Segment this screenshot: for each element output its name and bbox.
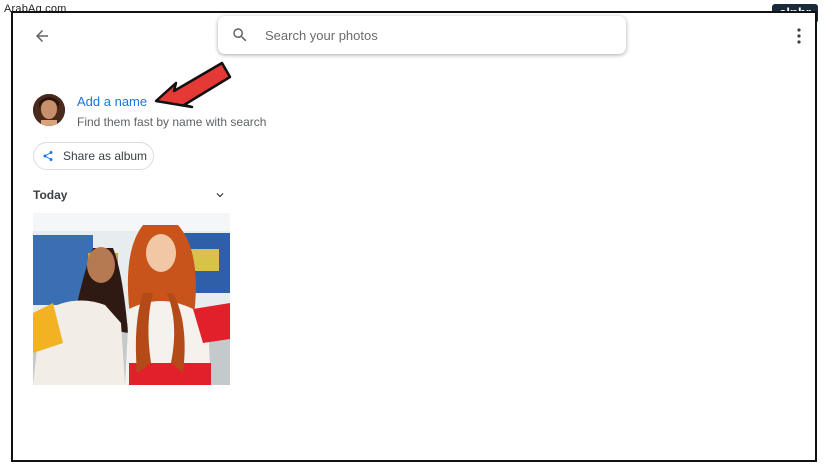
chevron-down-icon[interactable] xyxy=(213,188,227,202)
search-bar[interactable] xyxy=(218,16,626,54)
search-icon xyxy=(233,28,247,42)
share-as-album-label: Share as album xyxy=(63,149,148,163)
add-name-hint: Find them fast by name with search xyxy=(77,115,267,129)
add-name-link[interactable]: Add a name xyxy=(77,94,147,109)
app-window: Add a name Find them fast by name with s… xyxy=(11,11,817,462)
photo-image xyxy=(33,213,230,385)
share-icon xyxy=(43,151,53,161)
photo-thumbnail[interactable] xyxy=(33,213,230,385)
arrow-back-icon xyxy=(36,30,48,42)
person-face-image xyxy=(33,94,65,126)
share-as-album-button[interactable]: Share as album xyxy=(33,142,154,170)
more-options-button[interactable] xyxy=(791,26,807,46)
annotation-arrow-icon xyxy=(154,61,232,109)
section-date-heading: Today xyxy=(33,188,68,202)
back-button[interactable] xyxy=(29,23,55,49)
more-vertical-icon xyxy=(797,28,801,44)
person-avatar[interactable] xyxy=(33,94,65,126)
search-input[interactable] xyxy=(263,26,597,44)
